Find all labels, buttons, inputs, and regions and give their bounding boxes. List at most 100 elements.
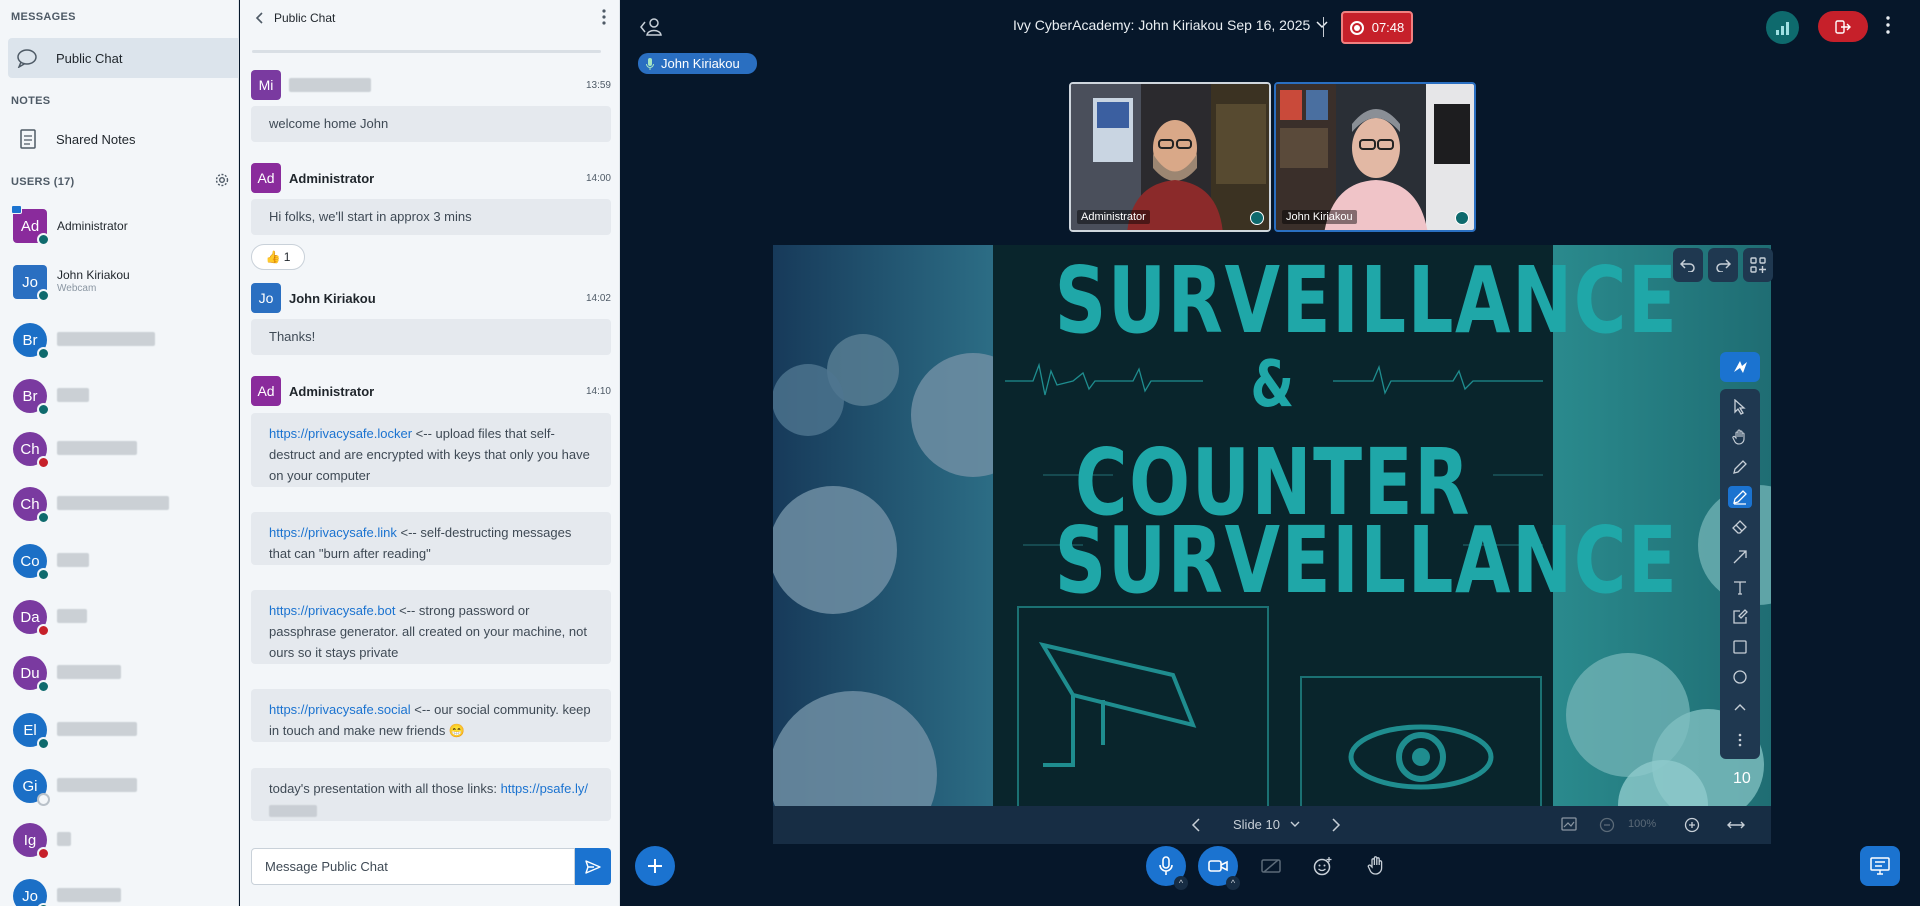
hand-tool-icon[interactable] <box>1728 426 1752 448</box>
user-list-item[interactable]: Jo John Kiriakou Webcam <box>0 256 238 308</box>
meeting-title-dropdown[interactable]: Ivy CyberAcademy: John Kiriakou Sep 16, … <box>1013 17 1328 33</box>
meeting-title: Ivy CyberAcademy: John Kiriakou Sep 16, … <box>1013 17 1311 33</box>
chevron-up-icon[interactable] <box>1728 696 1752 718</box>
redo-button[interactable] <box>1708 248 1738 282</box>
chevron-right-icon[interactable] <box>1331 817 1341 836</box>
user-list-item[interactable]: Br <box>0 370 238 422</box>
hand-icon <box>1367 856 1383 875</box>
webcam-tile-administrator[interactable]: Administrator <box>1069 82 1271 232</box>
user-name-block <box>57 552 89 570</box>
video-options-caret[interactable]: ^ <box>1226 876 1240 890</box>
user-name-block <box>57 331 155 349</box>
mic-status-icon <box>37 347 50 360</box>
link-bot[interactable]: https://privacysafe.bot <box>269 603 395 618</box>
user-list-item[interactable]: Br <box>0 314 238 366</box>
zoom-in-icon[interactable] <box>1684 817 1700 836</box>
chevron-left-icon[interactable] <box>1191 817 1201 836</box>
user-list-item[interactable]: El <box>0 704 238 756</box>
minimap-icon[interactable] <box>1561 817 1577 834</box>
redacted-name <box>57 387 89 402</box>
emoji-icon <box>1313 857 1332 876</box>
screenshare-button[interactable] <box>1251 846 1291 886</box>
grid-plus-icon <box>1750 257 1766 273</box>
slide-page-number: 10 <box>1733 770 1751 787</box>
user-list-item[interactable]: Ig <box>0 814 238 866</box>
exit-icon <box>1835 19 1851 34</box>
actions-plus-button[interactable] <box>635 846 675 886</box>
chat-title: Public Chat <box>274 10 336 25</box>
sidebar-item-label: Shared Notes <box>56 131 136 147</box>
user-list-item[interactable]: Du <box>0 647 238 699</box>
user-list-item[interactable]: Co <box>0 535 238 587</box>
chat-panel: Public Chat Mi 13:59 welcome home John A… <box>240 0 620 906</box>
user-list-item[interactable]: Ch <box>0 478 238 530</box>
link-presentation[interactable]: https://psafe.ly/ <box>501 781 588 796</box>
pencil-tool-icon[interactable] <box>1728 456 1752 478</box>
more-tools-icon[interactable] <box>1728 729 1752 751</box>
talking-name: John Kiriakou <box>661 56 740 71</box>
whiteboard-toolbar <box>1720 389 1760 759</box>
link-locker[interactable]: https://privacysafe.locker <box>269 426 412 441</box>
message-bubble: Hi folks, we'll start in approx 3 mins <box>251 199 611 235</box>
user-list-item[interactable]: Ad Administrator <box>0 200 238 252</box>
text-tool-icon[interactable] <box>1728 576 1752 598</box>
mic-status-icon <box>37 624 50 637</box>
microphone-icon <box>1159 856 1173 875</box>
leave-meeting-button[interactable] <box>1818 11 1868 42</box>
message-author: John Kiriakou <box>289 290 376 306</box>
reactions-button[interactable] <box>1303 846 1343 886</box>
audio-options-caret[interactable]: ^ <box>1174 876 1188 890</box>
link-link[interactable]: https://privacysafe.link <box>269 525 397 540</box>
connection-status-button[interactable] <box>1766 11 1799 44</box>
user-name-block <box>57 777 137 795</box>
arrow-tool-icon[interactable] <box>1728 546 1752 568</box>
presentation-toggle-button[interactable] <box>1860 846 1900 886</box>
presenter-icon <box>11 205 22 214</box>
ellipse-tool-icon[interactable] <box>1728 666 1752 688</box>
rectangle-tool-icon[interactable] <box>1728 636 1752 658</box>
message-header: Mi 13:59 <box>251 70 611 100</box>
avatar: Ch <box>13 487 50 524</box>
more-options-icon[interactable] <box>602 9 606 30</box>
send-button[interactable] <box>575 848 611 885</box>
notes-icon <box>8 128 48 150</box>
user-status: Webcam <box>57 283 97 294</box>
message-input[interactable]: Message Public Chat <box>251 848 575 885</box>
sidebar-item-shared-notes[interactable]: Shared Notes <box>8 119 238 159</box>
avatar: Ad <box>251 376 281 406</box>
slide-selector[interactable]: Slide 10 <box>1233 817 1300 832</box>
note-tool-icon[interactable] <box>1728 606 1752 628</box>
message-bubble: https://privacysafe.social <-- our socia… <box>251 689 611 742</box>
more-options-icon[interactable] <box>1886 16 1890 39</box>
message-bubble: Thanks! <box>251 319 611 355</box>
message-bubble: https://privacysafe.bot <-- strong passw… <box>251 590 611 664</box>
select-tool-icon[interactable] <box>1728 396 1752 418</box>
mic-status-icon <box>37 737 50 750</box>
gear-icon[interactable] <box>214 172 230 188</box>
toggle-userlist-icon[interactable] <box>639 16 662 38</box>
highlighter-tool-icon[interactable] <box>1728 486 1752 508</box>
user-list-item[interactable]: Da <box>0 591 238 643</box>
presentation-slide[interactable]: SURVEILLANCE & COUNTER SURVEILLANCE <box>773 245 1771 807</box>
redacted-name <box>57 721 137 736</box>
zoom-out-icon[interactable] <box>1599 817 1615 836</box>
user-list-item[interactable]: Ch <box>0 423 238 475</box>
message-text: Hi folks, we'll start in approx 3 mins <box>269 209 472 224</box>
reaction-thumbs-up[interactable]: 👍 1 <box>251 244 305 270</box>
chevron-left-icon[interactable] <box>252 10 268 26</box>
raise-hand-button[interactable] <box>1356 846 1396 886</box>
whiteboard-menu-button[interactable] <box>1720 352 1760 382</box>
avatar: Gi <box>13 769 50 806</box>
undo-button[interactable] <box>1673 248 1703 282</box>
user-list-item[interactable]: Jo <box>0 870 238 906</box>
main-stage: John Kiriakou Ivy CyberAcademy: John Kir… <box>621 0 1920 906</box>
link-social[interactable]: https://privacysafe.social <box>269 702 411 717</box>
recording-button[interactable]: 07:48 <box>1341 11 1413 44</box>
fit-width-icon[interactable] <box>1727 818 1745 835</box>
camera-icon <box>1208 860 1228 872</box>
webcam-tile-john-kiriakou[interactable]: John Kiriakou <box>1274 82 1476 232</box>
eraser-tool-icon[interactable] <box>1728 516 1752 538</box>
layout-button[interactable] <box>1743 248 1773 282</box>
sidebar-item-public-chat[interactable]: Public Chat <box>8 38 238 78</box>
user-list-item[interactable]: Gi <box>0 760 238 812</box>
